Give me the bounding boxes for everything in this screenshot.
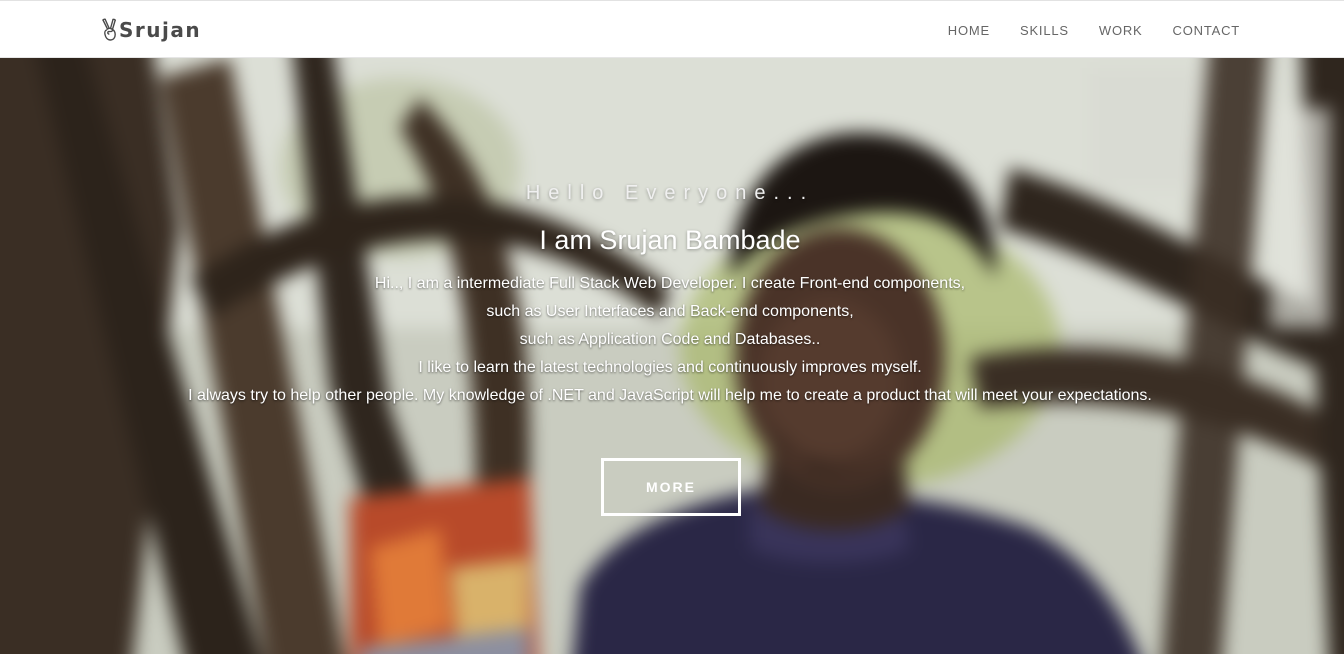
hero-section: Hello Everyone... I am Srujan Bambade Hi…: [0, 58, 1344, 654]
hero-headline: I am Srujan Bambade: [539, 225, 801, 255]
nav-link-home[interactable]: HOME: [948, 23, 990, 38]
intro-line: Hi.., I am a intermediate Full Stack Web…: [374, 275, 966, 292]
hero-content: Hello Everyone... I am Srujan Bambade Hi…: [0, 58, 1344, 654]
victory-hand-icon: [102, 18, 116, 41]
hero-greeting: Hello Everyone...: [525, 182, 815, 204]
nav-menu: HOME SKILLS WORK CONTACT: [918, 1, 1240, 59]
page: Srujan HOME SKILLS WORK CONTACT Hello Ev…: [0, 0, 1344, 654]
nav-link-skills[interactable]: SKILLS: [1020, 23, 1069, 38]
navbar: Srujan HOME SKILLS WORK CONTACT: [0, 0, 1344, 58]
intro-line: I always try to help other people. My kn…: [188, 387, 1152, 404]
brand-name: Srujan: [119, 18, 202, 42]
intro-line: such as Application Code and Databases..: [519, 331, 821, 348]
hero-intro: Hi.., I am a intermediate Full Stack Web…: [0, 270, 1340, 410]
nav-link-contact[interactable]: CONTACT: [1173, 23, 1240, 38]
intro-line: I like to learn the latest technologies …: [418, 359, 922, 376]
nav-link-work[interactable]: WORK: [1099, 23, 1143, 38]
brand-logo-link[interactable]: Srujan: [100, 15, 201, 45]
more-button[interactable]: MORE: [601, 458, 741, 516]
intro-line: such as User Interfaces and Back-end com…: [486, 303, 854, 320]
